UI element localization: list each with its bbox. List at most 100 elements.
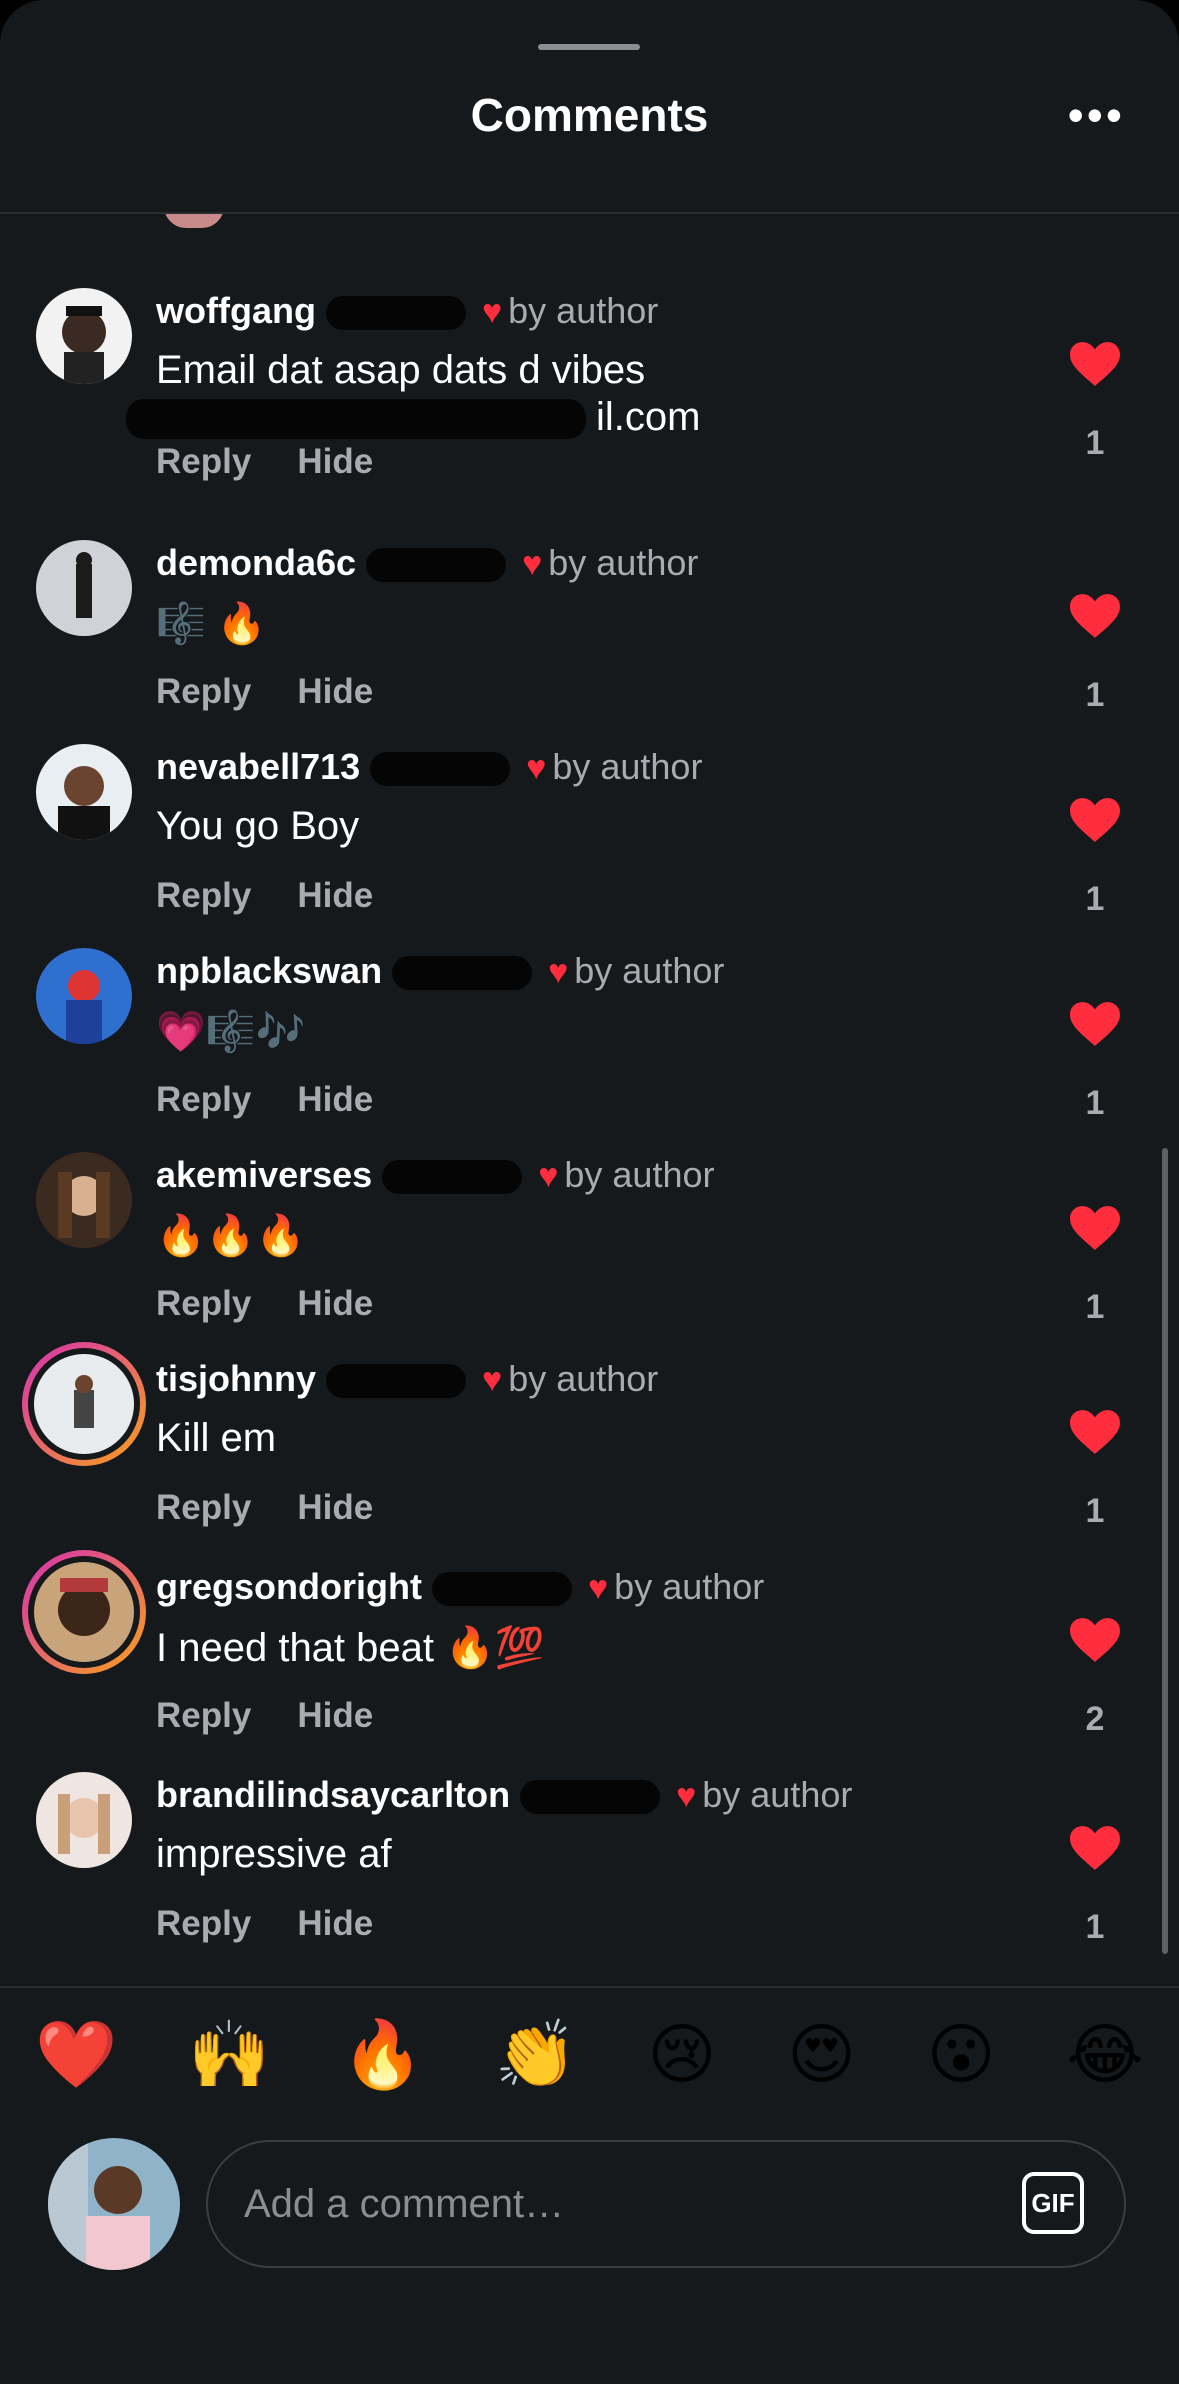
comment-list[interactable]: woffgang ♥ by author Email dat asap dats d…: [0, 214, 1179, 1984]
quick-reactions: ❤️ 🙌 🔥 👏 😢 😍 😮 😂: [0, 2016, 1179, 2094]
red-heart-emoji-button[interactable]: ❤️: [35, 2016, 117, 2094]
redaction: [520, 1780, 661, 1815]
heart-icon[interactable]: [1070, 1826, 1120, 1872]
comment-username[interactable]: gregsondoright: [156, 1566, 422, 1607]
clapping-emoji-button[interactable]: 👏: [494, 2016, 576, 2094]
comment-item: akemiverses ♥ by author 🔥🔥🔥 Reply Hide 1: [0, 1134, 1179, 1340]
surprised-emoji-button[interactable]: 😮: [927, 2016, 996, 2094]
hide-button[interactable]: Hide: [297, 1904, 373, 1943]
ellipsis-icon[interactable]: •••: [1068, 92, 1125, 138]
like-count: 2: [1085, 1700, 1105, 1738]
comments-sheet: Comments ••• woffgang ♥ by author Email da…: [0, 0, 1179, 2384]
comment-header: gregsondoright ♥ by author: [156, 1566, 764, 1608]
comment-username[interactable]: akemiverses: [156, 1154, 372, 1195]
comment-actions: Reply Hide: [156, 1696, 419, 1736]
redaction: [326, 1364, 466, 1399]
comment-text: I need that beat 🔥💯: [156, 1626, 545, 1670]
heart-icon: ♥: [522, 545, 543, 583]
avatar[interactable]: [20, 1548, 148, 1676]
comment-input[interactable]: [206, 2140, 1126, 2268]
comment-header: demonda6c ♥ by author: [156, 542, 698, 584]
like-count: 1: [1085, 424, 1105, 462]
heart-icon[interactable]: [1070, 342, 1120, 388]
comment-username[interactable]: woffgang: [156, 290, 316, 331]
redaction: [392, 956, 533, 991]
redaction: [126, 399, 586, 440]
crying-emoji-button[interactable]: 😢: [647, 2016, 716, 2094]
by-author-label: by author: [574, 950, 725, 991]
comment-text: You go Boy: [156, 804, 360, 848]
like-count: 1: [1085, 880, 1105, 918]
hide-button[interactable]: Hide: [297, 1488, 373, 1527]
comment-item: woffgang ♥ by author Email dat asap dats d…: [0, 270, 1179, 481]
drag-handle[interactable]: [538, 44, 640, 50]
heart-icon[interactable]: [1070, 1002, 1120, 1048]
comment-actions: Reply Hide: [156, 1488, 419, 1528]
scrollbar[interactable]: [1162, 1148, 1168, 1954]
avatar[interactable]: [20, 1340, 148, 1468]
comment-username[interactable]: demonda6c: [156, 542, 356, 583]
heart-eyes-emoji-button[interactable]: 😍: [787, 2016, 856, 2094]
heart-icon[interactable]: [1070, 1410, 1120, 1456]
comment-username[interactable]: npblackswan: [156, 950, 382, 991]
avatar[interactable]: [36, 1152, 132, 1248]
like-count: 1: [1085, 1288, 1105, 1326]
reply-button[interactable]: Reply: [156, 876, 251, 915]
avatar[interactable]: [36, 1772, 132, 1868]
avatar[interactable]: [36, 288, 132, 384]
comment-actions: Reply Hide: [156, 672, 419, 712]
comment-username[interactable]: brandilindsaycarlton: [156, 1774, 510, 1815]
comment-text: 🎼 🔥: [156, 602, 267, 646]
heart-icon: ♥: [676, 1777, 697, 1815]
raising-hands-emoji-button[interactable]: 🙌: [188, 2016, 270, 2094]
heart-icon: ♥: [526, 749, 547, 787]
redaction: [325, 296, 466, 331]
like-count: 1: [1085, 676, 1105, 714]
hide-button[interactable]: Hide: [297, 1284, 373, 1323]
reply-button[interactable]: Reply: [156, 442, 251, 481]
redaction: [382, 1160, 523, 1195]
avatar[interactable]: [36, 540, 132, 636]
reply-button[interactable]: Reply: [156, 1080, 251, 1119]
comment-username[interactable]: nevabell713: [156, 746, 360, 787]
page-title: Comments: [470, 89, 709, 141]
reply-button[interactable]: Reply: [156, 1696, 251, 1735]
comment-item: tisjohnny ♥ by author Kill em Reply Hide 1: [0, 1338, 1179, 1544]
comment-actions: Reply Hide: [156, 1904, 419, 1944]
gif-button[interactable]: GIF: [1022, 2172, 1084, 2234]
fire-emoji-button[interactable]: 🔥: [341, 2016, 423, 2094]
hide-button[interactable]: Hide: [297, 1080, 373, 1119]
heart-icon[interactable]: [1070, 1618, 1120, 1664]
heart-icon[interactable]: [1070, 1206, 1120, 1252]
by-author-label: by author: [508, 1358, 659, 1399]
comment-text: Kill em: [156, 1416, 277, 1460]
avatar[interactable]: [36, 948, 132, 1044]
current-user-avatar: [48, 2138, 180, 2270]
like-count: 1: [1085, 1492, 1105, 1530]
hide-button[interactable]: Hide: [297, 672, 373, 711]
hide-button[interactable]: Hide: [297, 876, 373, 915]
heart-icon[interactable]: [1070, 594, 1120, 640]
comment-actions: Reply Hide: [156, 1284, 419, 1324]
comment-item: npblackswan ♥ by author 💗🎼🎶 Reply Hide 1: [0, 930, 1179, 1136]
reply-button[interactable]: Reply: [156, 672, 251, 711]
avatar: [164, 214, 224, 228]
heart-icon: ♥: [538, 1157, 559, 1195]
like-count: 1: [1085, 1084, 1105, 1122]
comment-text: 🔥🔥🔥: [156, 1214, 306, 1258]
hide-button[interactable]: Hide: [297, 1696, 373, 1735]
heart-icon: ♥: [587, 1569, 609, 1607]
laughing-emoji-button[interactable]: 😂: [1066, 2016, 1143, 2094]
comment-actions: Reply Hide: [156, 442, 419, 482]
comment-text-line: Email dat asap dats d vibes: [156, 348, 646, 392]
reply-button[interactable]: Reply: [156, 1284, 251, 1323]
reply-button[interactable]: Reply: [156, 1904, 251, 1943]
reply-button[interactable]: Reply: [156, 1488, 251, 1527]
heart-icon: ♥: [482, 1361, 503, 1399]
comment-username[interactable]: tisjohnny: [156, 1358, 316, 1399]
heart-icon: ♥: [481, 293, 503, 331]
avatar[interactable]: [36, 744, 132, 840]
heart-icon[interactable]: [1070, 798, 1120, 844]
comment-header: tisjohnny ♥ by author: [156, 1358, 658, 1400]
hide-button[interactable]: Hide: [297, 442, 373, 481]
